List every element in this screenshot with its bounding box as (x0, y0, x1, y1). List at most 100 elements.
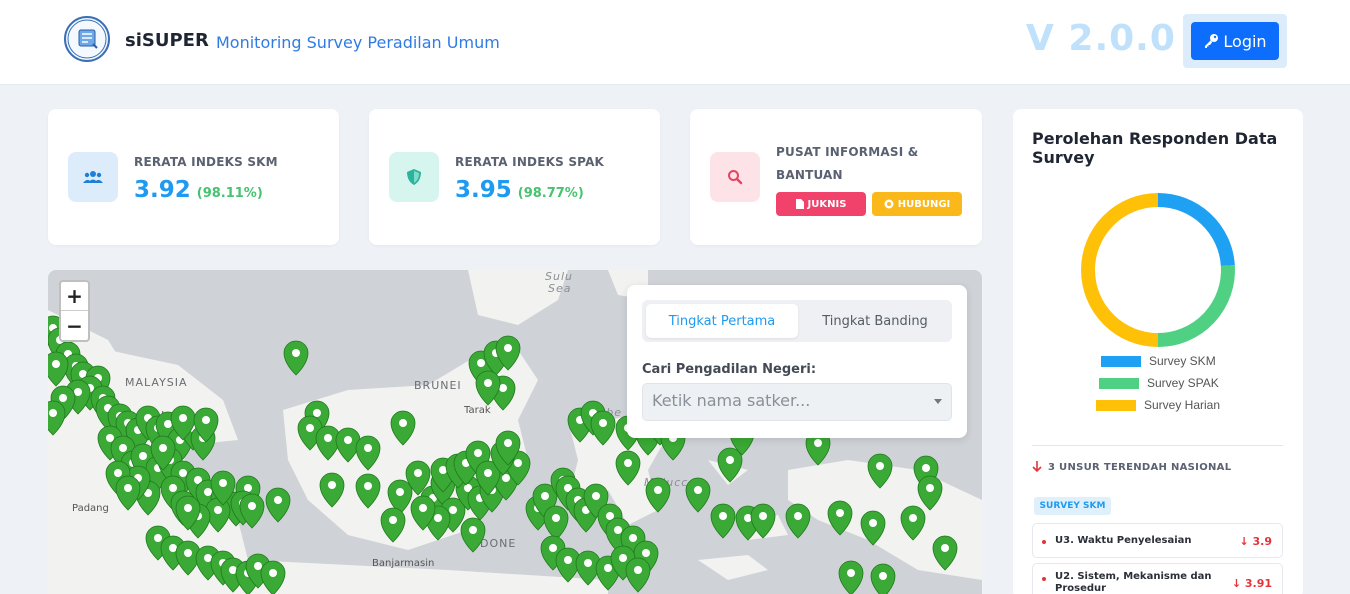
court-location-marker-icon[interactable] (838, 560, 864, 594)
zoom-out-button[interactable]: − (61, 311, 88, 340)
marker-dot (592, 492, 600, 500)
donut-slice-survey-spak[interactable] (1157, 265, 1235, 347)
legend-spak-label: Survey SPAK (1147, 376, 1219, 390)
hubungi-button[interactable]: HUBUNGI (872, 192, 962, 216)
marker-dot (114, 469, 122, 477)
court-location-marker-icon[interactable] (685, 477, 711, 513)
arrow-down-icon (1032, 461, 1042, 473)
marker-dot (879, 572, 887, 580)
court-location-marker-icon[interactable] (827, 500, 853, 536)
court-location-marker-icon[interactable] (115, 475, 141, 511)
court-location-marker-icon[interactable] (717, 447, 743, 483)
court-location-marker-icon[interactable] (319, 472, 345, 508)
login-wrapper: Login (1183, 14, 1287, 68)
marker-dot (139, 452, 147, 460)
marker-dot (169, 484, 177, 492)
marker-dot (204, 488, 212, 496)
marker-dot (814, 439, 822, 447)
court-location-marker-icon[interactable] (460, 517, 486, 553)
marker-dot (59, 394, 67, 402)
court-search-placeholder: Ketik nama satker... (652, 391, 811, 410)
marker-dot (324, 434, 332, 442)
donut-slice-survey-harian[interactable] (1081, 193, 1159, 347)
court-location-marker-icon[interactable] (265, 487, 291, 523)
court-location-marker-icon[interactable] (710, 503, 736, 539)
marker-dot (248, 502, 256, 510)
info-label-line2: BANTUAN (776, 168, 843, 182)
marker-dot (364, 444, 372, 452)
court-location-marker-icon[interactable] (917, 475, 943, 511)
court-location-marker-icon[interactable] (48, 351, 69, 387)
court-location-marker-icon[interactable] (615, 450, 641, 486)
court-filter-panel: Tingkat Pertama Tingkat Banding Cari Pen… (627, 285, 967, 438)
court-location-marker-icon[interactable] (590, 410, 616, 446)
marker-dot (624, 459, 632, 467)
court-location-marker-icon[interactable] (900, 505, 926, 541)
marker-dot (389, 516, 397, 524)
court-location-marker-icon[interactable] (390, 410, 416, 446)
marker-dot (694, 486, 702, 494)
marker-dot (541, 492, 549, 500)
spak-index-label: RERATA INDEKS SPAK (455, 155, 605, 169)
respondent-title: Perolehan Responden Data Survey (1032, 129, 1278, 167)
marker-dot (514, 459, 522, 467)
caret-down-icon (934, 399, 942, 404)
marker-dot (719, 512, 727, 520)
marker-dot (599, 419, 607, 427)
tab-tingkat-pertama[interactable]: Tingkat Pertama (646, 304, 798, 338)
court-location-marker-icon[interactable] (785, 503, 811, 539)
donut-slice-survey-skm[interactable] (1157, 193, 1235, 267)
tab-tingkat-banding[interactable]: Tingkat Banding (802, 304, 948, 338)
court-location-marker-icon[interactable] (867, 453, 893, 489)
marker-dot (552, 514, 560, 522)
marker-dot (484, 469, 492, 477)
marker-dot (364, 482, 372, 490)
court-search-label: Cari Pengadilan Negeri: (642, 362, 817, 377)
marker-dot (328, 481, 336, 489)
court-location-marker-icon[interactable] (932, 535, 958, 571)
marker-dot (414, 469, 422, 477)
marker-dot (274, 496, 282, 504)
level-tabs: Tingkat Pertama Tingkat Banding (642, 300, 952, 342)
court-location-marker-icon[interactable] (355, 473, 381, 509)
court-location-marker-icon[interactable] (860, 510, 886, 546)
juknis-label: JUKNIS (807, 198, 847, 210)
login-button[interactable]: Login (1191, 22, 1279, 60)
court-location-marker-icon[interactable] (645, 477, 671, 513)
legend-harian[interactable]: Survey Harian (1096, 398, 1220, 412)
shield-icon (389, 152, 439, 202)
marker-dot (396, 488, 404, 496)
legend-spak[interactable]: Survey SPAK (1099, 376, 1219, 390)
spak-value: 3.95 (455, 177, 512, 203)
marker-dot (214, 506, 222, 514)
marker-dot (619, 554, 627, 562)
court-location-marker-icon[interactable] (260, 560, 286, 594)
spak-index-value: 3.95 (98.77%) (455, 177, 584, 203)
marker-dot (313, 409, 321, 417)
marker-dot (504, 439, 512, 447)
court-location-marker-icon[interactable] (48, 400, 66, 436)
court-location-marker-icon[interactable] (625, 557, 651, 593)
legend-skm[interactable]: Survey SKM (1101, 354, 1216, 368)
brand-name: siSUPER (125, 30, 209, 51)
marker-dot (184, 549, 192, 557)
marker-dot (159, 444, 167, 452)
marker-dot (836, 509, 844, 517)
lowest-item-1: U3. Waktu Penyelesaian ↓ 3.9 (1032, 523, 1283, 558)
court-location-marker-icon[interactable] (283, 340, 309, 376)
court-location-marker-icon[interactable] (543, 505, 569, 541)
court-search-select[interactable]: Ketik nama satker... (642, 383, 952, 421)
marker-dot (922, 464, 930, 472)
marker-dot (449, 506, 457, 514)
court-location-marker-icon[interactable] (380, 507, 406, 543)
juknis-button[interactable]: JUKNIS (776, 192, 866, 216)
login-label: Login (1223, 31, 1267, 51)
zoom-in-button[interactable]: + (61, 282, 88, 311)
marker-dot (941, 544, 949, 552)
skm-percent: (98.11%) (196, 186, 263, 201)
court-location-marker-icon[interactable] (355, 435, 381, 471)
legend-harian-swatch (1096, 399, 1136, 411)
sisuper-logo[interactable] (64, 16, 110, 62)
marker-dot (549, 544, 557, 552)
users-icon (68, 152, 118, 202)
